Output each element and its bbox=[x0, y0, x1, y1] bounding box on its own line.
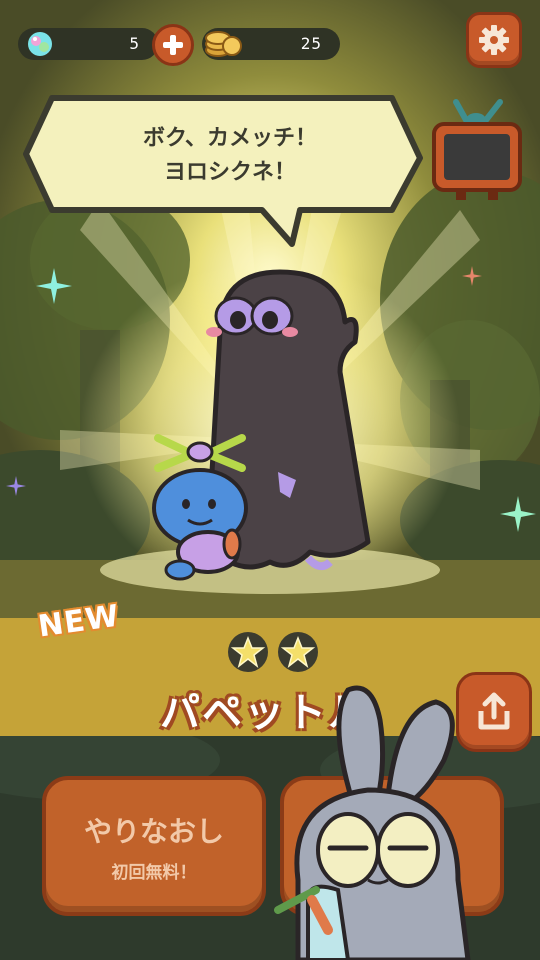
dialogue-line-2: ヨロシクネ！ bbox=[163, 160, 296, 185]
sparkle-icon bbox=[36, 268, 72, 304]
sparkle-icon bbox=[500, 496, 536, 532]
retry-button[interactable]: やりなおし 初回無料！ bbox=[42, 776, 266, 916]
coins-icon bbox=[205, 31, 242, 57]
coin-count: 25 bbox=[300, 34, 322, 53]
blue-character bbox=[152, 434, 248, 581]
coin-counter: 25 bbox=[202, 28, 340, 60]
share-icon bbox=[478, 692, 510, 730]
rarity-star-icon bbox=[228, 632, 268, 672]
tv-icon[interactable] bbox=[426, 94, 526, 206]
gem-icon bbox=[28, 32, 52, 56]
settings-button[interactable] bbox=[466, 12, 522, 68]
retry-label: やりなおし bbox=[83, 815, 224, 848]
gem-count: 5 bbox=[129, 34, 140, 53]
sparkle-icon bbox=[462, 266, 482, 286]
retry-sublabel: 初回無料！ bbox=[111, 863, 197, 883]
sparkle-icon bbox=[6, 476, 26, 496]
gem-counter: 5 bbox=[18, 28, 158, 60]
rarity-star-icon bbox=[278, 632, 318, 672]
rabbit-mascot bbox=[274, 685, 471, 960]
dialogue-text: ボク、カメッチ！ ヨロシクネ！ bbox=[60, 122, 400, 190]
gear-icon bbox=[479, 25, 509, 55]
dialogue-line-1: ボク、カメッチ！ bbox=[142, 126, 318, 151]
add-gems-button[interactable] bbox=[152, 24, 194, 66]
